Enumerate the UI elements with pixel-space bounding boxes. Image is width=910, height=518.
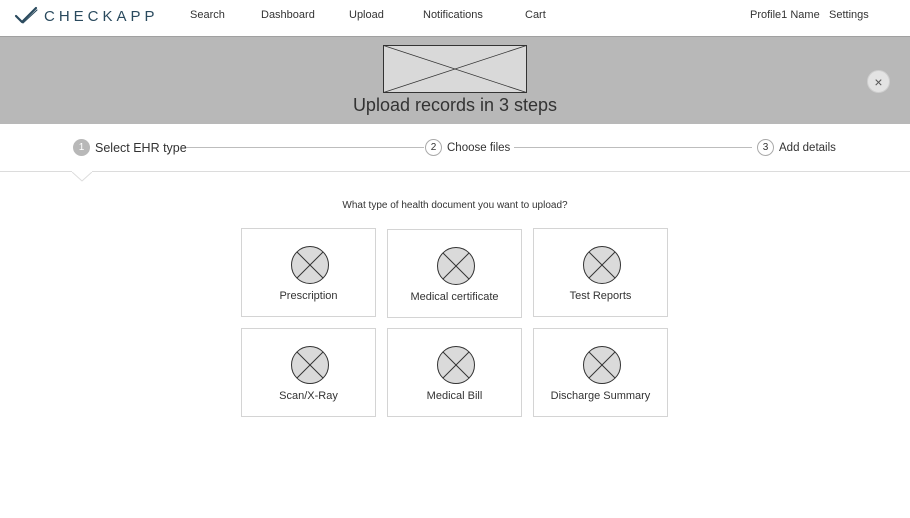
option-medical-certificate-card[interactable]: Medical certificate: [387, 229, 522, 318]
image-placeholder-icon: [437, 346, 475, 384]
image-placeholder-icon: [291, 346, 329, 384]
image-placeholder-icon: [291, 246, 329, 284]
option-scan-xray-card[interactable]: Scan/X-Ray: [241, 328, 376, 417]
nav-cart-link[interactable]: Cart: [525, 9, 546, 21]
image-placeholder-icon: [437, 247, 475, 285]
nav-upload-link[interactable]: Upload: [349, 9, 384, 21]
option-prescription-card[interactable]: Prescription: [241, 228, 376, 317]
step-label: Choose files: [447, 141, 511, 154]
close-button[interactable]: ×: [867, 70, 890, 93]
option-label: Discharge Summary: [550, 390, 651, 402]
step-label: Add details: [779, 141, 836, 154]
nav-dashboard-link[interactable]: Dashboard: [261, 9, 315, 21]
step-connector-line: [184, 147, 424, 148]
profile-name-link[interactable]: Profile1 Name: [750, 9, 820, 21]
upload-hero-banner: Upload records in 3 steps ×: [0, 36, 910, 124]
step-connector-line: [514, 147, 752, 148]
step-select-ehr-type[interactable]: 1 Select EHR type: [73, 139, 187, 156]
checkmark-logo-icon: [14, 6, 38, 24]
option-label: Prescription: [279, 290, 338, 302]
upload-steps-progress: 1 Select EHR type 2 Choose files 3 Add d…: [0, 124, 910, 172]
option-label: Scan/X-Ray: [279, 390, 338, 402]
hero-image-placeholder-icon: [383, 45, 527, 93]
nav-search-link[interactable]: Search: [190, 9, 225, 21]
step-add-details[interactable]: 3 Add details: [757, 139, 836, 156]
close-icon: ×: [874, 73, 883, 90]
page-title: Upload records in 3 steps: [352, 95, 558, 115]
step-label: Select EHR type: [95, 140, 187, 155]
step-choose-files[interactable]: 2 Choose files: [425, 139, 510, 156]
step-number: 3: [757, 139, 774, 156]
step-number: 2: [425, 139, 442, 156]
option-discharge-summary-card[interactable]: Discharge Summary: [533, 328, 668, 417]
document-type-question: What type of health document you want to…: [342, 200, 568, 211]
option-medical-bill-card[interactable]: Medical Bill: [387, 328, 522, 417]
nav-notifications-link[interactable]: Notifications: [423, 9, 483, 21]
step-number: 1: [73, 139, 90, 156]
active-step-caret-icon: [72, 171, 92, 182]
option-label: Medical Bill: [426, 390, 483, 402]
image-placeholder-icon: [583, 346, 621, 384]
top-navigation-bar: CHECKAPP Search Dashboard Upload Notific…: [0, 0, 910, 36]
brand-name: CHECKAPP: [44, 7, 159, 25]
checkapp-logo[interactable]: CHECKAPP: [14, 5, 159, 27]
option-label: Test Reports: [569, 290, 632, 302]
option-test-reports-card[interactable]: Test Reports: [533, 228, 668, 317]
image-placeholder-icon: [583, 246, 621, 284]
settings-link[interactable]: Settings: [829, 9, 869, 21]
option-label: Medical certificate: [410, 291, 499, 303]
